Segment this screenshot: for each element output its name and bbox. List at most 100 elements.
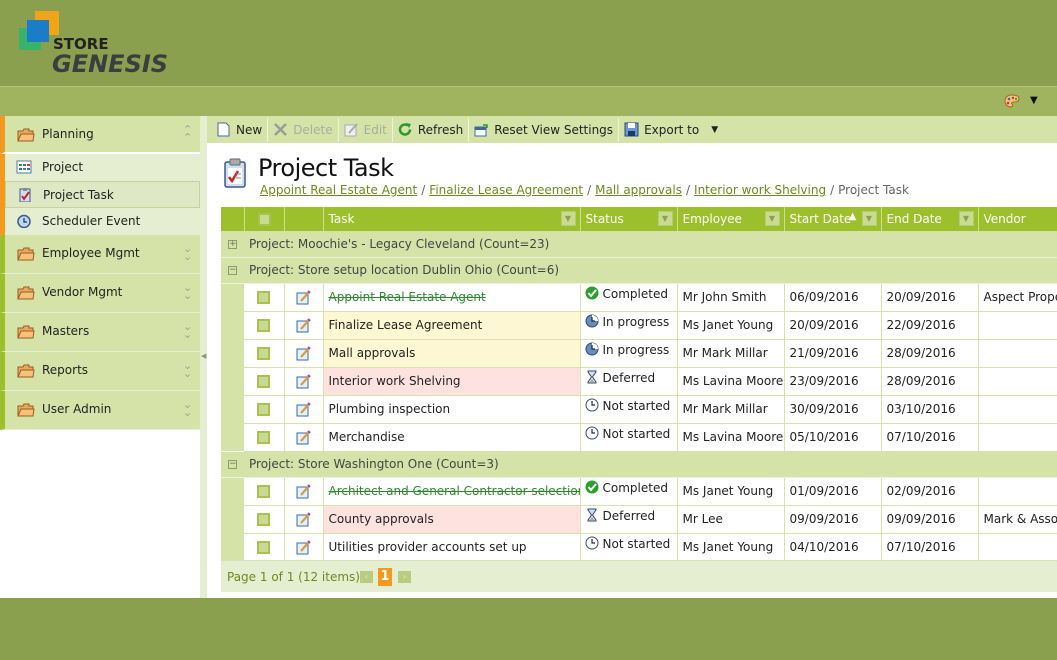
sidebar-item-project[interactable]: Project [5, 154, 200, 181]
chevron-double-down-icon[interactable]: ⌄ ⌄ [183, 321, 192, 340]
filter-dropdown-icon[interactable]: ▼ [764, 211, 780, 226]
edit-row-icon[interactable] [296, 373, 311, 389]
sidebar-group-masters[interactable]: Masters ⌄ ⌄ [0, 313, 200, 352]
logo-text-genesis: GENESIS [52, 50, 169, 78]
task-grid: Task ▼ Status ▼ Employee ▼ Start Date ▲ ▼ End… [221, 207, 1057, 562]
table-row[interactable]: Interior work Shelving Deferred Ms Lavin… [221, 367, 1057, 396]
chevron-double-down-icon[interactable]: ⌄ ⌄ [183, 282, 192, 301]
palette-icon[interactable] [1004, 94, 1020, 108]
task-cell[interactable]: Architect and General Contractor selecti… [323, 477, 581, 506]
table-row[interactable]: Architect and General Contractor selecti… [221, 477, 1057, 506]
chevron-double-down-icon[interactable]: ⌄ ⌄ [183, 360, 192, 379]
breadcrumb-link[interactable]: Interior work Shelving [694, 183, 826, 197]
row-checkbox[interactable] [257, 347, 271, 360]
row-checkbox[interactable] [257, 403, 271, 416]
employee-cell: Ms Janet Young [677, 311, 785, 340]
edit-row-icon[interactable] [296, 289, 311, 305]
sidebar-group-user-admin[interactable]: User Admin ⌄ ⌄ [0, 391, 200, 430]
edit-cell [284, 505, 324, 534]
refresh-button[interactable]: Refresh [393, 117, 470, 142]
page-button-current[interactable]: 1 [378, 568, 392, 586]
table-row[interactable]: Appoint Real Estate Agent Completed Mr J… [221, 283, 1057, 312]
filter-dropdown-icon[interactable]: ▼ [560, 211, 576, 226]
group-row[interactable]: − Project: Store Washington One (Count=3) [221, 451, 1057, 478]
task-cell[interactable]: Appoint Real Estate Agent [323, 283, 581, 312]
sidebar-item-project-task[interactable]: Project Task [5, 181, 200, 208]
task-cell[interactable]: Interior work Shelving [323, 367, 581, 396]
table-row[interactable]: Finalize Lease Agreement In progress Ms … [221, 311, 1057, 340]
edit-row-icon[interactable] [296, 539, 311, 555]
table-row[interactable]: Merchandise Not started Ms Lavina Moore … [221, 423, 1057, 452]
collapse-minus-icon[interactable]: − [228, 460, 237, 469]
column-header-status[interactable]: Status ▼ [580, 207, 678, 231]
filter-dropdown-icon[interactable]: ▼ [657, 211, 673, 226]
edit-cell [284, 339, 324, 368]
sidebar-group-reports[interactable]: Reports ⌄ ⌄ [0, 352, 200, 391]
export-label: Export to [644, 122, 700, 137]
column-header-task[interactable]: Task ▼ [323, 207, 581, 231]
sidebar-group-vendor-mgmt[interactable]: Vendor Mgmt ⌄ ⌄ [0, 274, 200, 313]
sidebar-group-employee-mgmt[interactable]: Employee Mgmt ⌄ ⌄ [0, 235, 200, 274]
breadcrumb-link[interactable]: Mall approvals [595, 183, 682, 197]
collapse-minus-icon[interactable]: − [228, 266, 237, 275]
breadcrumb-link[interactable]: Appoint Real Estate Agent [260, 183, 417, 197]
edit-row-icon[interactable] [296, 401, 311, 417]
task-cell[interactable]: Merchandise [323, 423, 581, 452]
select-cell [244, 395, 285, 424]
edit-row-icon[interactable] [296, 511, 311, 527]
task-cell[interactable]: Utilities provider accounts set up [323, 533, 581, 562]
chevron-double-down-icon[interactable]: ⌄ ⌄ [183, 399, 192, 418]
column-header-end-date[interactable]: End Date ▼ [881, 207, 979, 231]
table-row[interactable]: Plumbing inspection Not started Mr Mark … [221, 395, 1057, 424]
edit-row-icon[interactable] [296, 317, 311, 333]
select-all-checkbox[interactable] [257, 213, 271, 226]
employee-cell: Ms Janet Young [677, 533, 785, 562]
sidebar-item-scheduler-event[interactable]: Scheduler Event [5, 208, 200, 235]
filter-dropdown-icon[interactable]: ▼ [861, 211, 877, 226]
store-genesis-logo[interactable]: STORE GENESIS [17, 11, 177, 79]
task-cell[interactable]: County approvals [323, 505, 581, 534]
export-dropdown-icon[interactable]: ▼ [711, 125, 718, 135]
delete-button[interactable]: Delete [268, 117, 339, 142]
expand-plus-icon[interactable]: + [228, 239, 237, 249]
task-cell[interactable]: Plumbing inspection [323, 395, 581, 424]
edit-row-icon[interactable] [296, 429, 311, 445]
group-row[interactable]: + Project: Moochie's - Legacy Cleveland (… [221, 231, 1057, 258]
table-row[interactable]: County approvals Deferred Mr Lee 09/09/2… [221, 505, 1057, 534]
chevron-double-down-icon[interactable]: ⌄ ⌄ [183, 243, 192, 262]
filter-dropdown-icon[interactable]: ▼ [958, 211, 974, 226]
export-to-button[interactable]: Export to ▼ [619, 118, 723, 142]
row-checkbox[interactable] [257, 513, 271, 526]
row-checkbox[interactable] [257, 431, 271, 444]
breadcrumb-link[interactable]: Finalize Lease Agreement [429, 183, 583, 197]
breadcrumb-separator: / [421, 183, 426, 197]
table-row[interactable]: Utilities provider accounts set up Not s… [221, 533, 1057, 562]
chevron-down-icon[interactable]: ▼ [1030, 95, 1038, 106]
chevron-double-up-icon[interactable]: ⌃ ⌃ [183, 124, 192, 143]
row-checkbox[interactable] [257, 375, 271, 388]
column-header-vendor[interactable]: Vendor [978, 207, 1057, 231]
next-page-button[interactable]: › [398, 571, 411, 583]
reset-view-icon [474, 124, 488, 137]
row-checkbox[interactable] [257, 291, 271, 304]
column-header-start-date[interactable]: Start Date ▲ ▼ [784, 207, 882, 231]
row-checkbox[interactable] [257, 485, 271, 498]
sidebar-group-planning[interactable]: Planning ⌃ ⌃ [0, 116, 200, 154]
row-checkbox[interactable] [257, 319, 271, 332]
new-button[interactable]: New [211, 117, 269, 142]
edit-button[interactable]: Edit [339, 117, 393, 142]
task-cell[interactable]: Finalize Lease Agreement [323, 311, 581, 340]
task-cell[interactable]: Mall approvals [323, 339, 581, 368]
collapse-arrow-icon[interactable]: ◀ [201, 352, 206, 360]
edit-row-icon[interactable] [296, 483, 311, 499]
main-content: New Delete Edit Refresh Reset View Setti… [207, 116, 1057, 598]
group-row[interactable]: − Project: Store setup location Dublin Oh… [221, 257, 1057, 284]
edit-row-icon[interactable] [296, 345, 311, 361]
delete-x-icon [274, 123, 288, 136]
reset-view-settings-button[interactable]: Reset View Settings [469, 117, 620, 142]
prev-page-button[interactable]: ‹ [360, 571, 373, 583]
column-header-employee[interactable]: Employee ▼ [677, 207, 785, 231]
table-row[interactable]: Mall approvals In progress Mr Mark Milla… [221, 339, 1057, 368]
row-checkbox[interactable] [257, 541, 271, 554]
status-cell: Completed [580, 477, 678, 506]
